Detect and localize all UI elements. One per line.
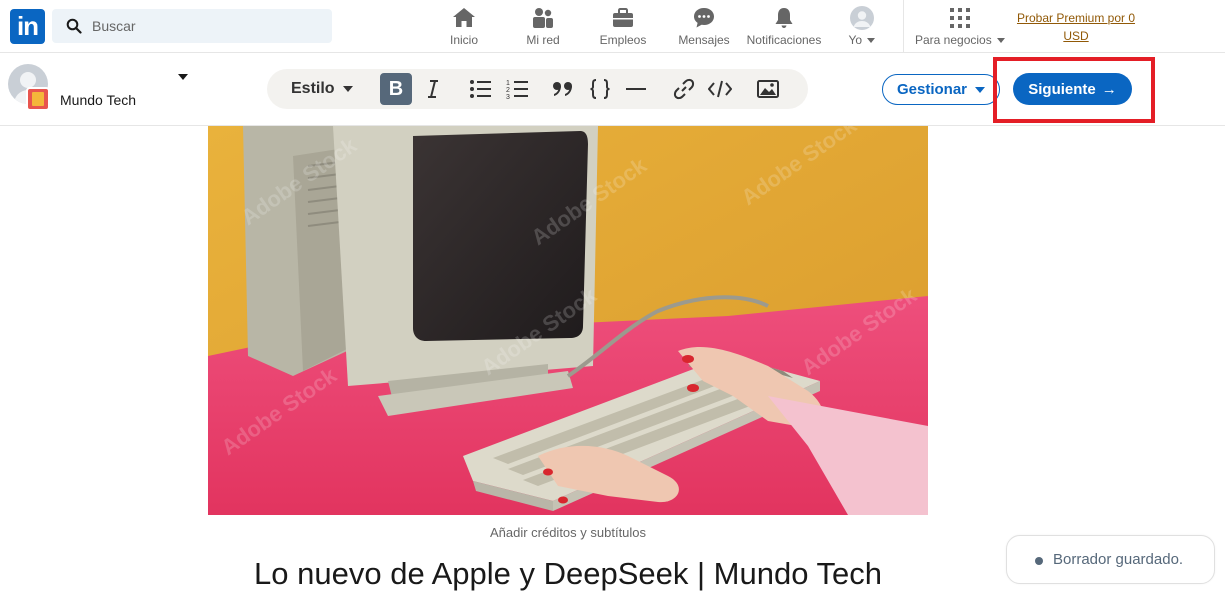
premium-trial-link[interactable]: Probar Premium por 0 USD xyxy=(1008,9,1144,45)
cover-image[interactable]: Adobe Stock Adobe Stock Adobe Stock Adob… xyxy=(208,126,928,515)
search-input[interactable] xyxy=(92,9,322,43)
nav-item-home[interactable]: Inicio xyxy=(446,6,482,48)
chevron-down-icon xyxy=(997,38,1006,44)
quote-button[interactable] xyxy=(549,73,577,105)
embed-code-button[interactable] xyxy=(706,73,734,105)
insert-image-button[interactable] xyxy=(754,73,782,105)
nav-divider xyxy=(903,0,904,53)
code-icon xyxy=(708,80,732,98)
bell-icon xyxy=(775,8,793,28)
avatar xyxy=(850,6,874,30)
status-dot-icon xyxy=(1035,557,1043,565)
network-icon xyxy=(533,8,553,28)
bold-button[interactable]: B xyxy=(380,73,412,105)
link-icon xyxy=(673,78,695,100)
quote-icon xyxy=(553,82,572,96)
arrow-right-icon: → xyxy=(1101,80,1117,98)
nav-item-messages[interactable]: Mensajes xyxy=(677,6,731,48)
nav-label-business: Para negocios xyxy=(915,33,1006,47)
nav-item-me[interactable]: Yo xyxy=(845,6,879,48)
nav-label-me: Yo xyxy=(845,33,879,47)
linkedin-logo[interactable]: in xyxy=(10,9,45,44)
image-icon xyxy=(757,80,779,98)
formatting-toolbar: Estilo B 1 2 3 xyxy=(267,69,808,109)
style-dropdown[interactable]: Estilo xyxy=(291,73,361,105)
link-button[interactable] xyxy=(670,73,698,105)
nav-label-home: Inicio xyxy=(449,33,478,47)
search-bar[interactable] xyxy=(52,9,332,43)
draft-saved-toast: Borrador guardado. xyxy=(1006,535,1215,584)
nav-item-business[interactable]: Para negocios xyxy=(915,6,1006,48)
italic-icon xyxy=(428,80,438,98)
nav-label-jobs: Empleos xyxy=(599,33,647,47)
code-block-button[interactable] xyxy=(586,73,614,105)
search-icon xyxy=(66,18,82,34)
draft-saved-text: Borrador guardado. xyxy=(1053,551,1184,568)
messages-icon xyxy=(694,8,714,28)
page-logo xyxy=(26,87,50,111)
top-navigation: in Inicio Mi red Empleos xyxy=(0,0,1225,53)
numbered-list-button[interactable]: 1 2 3 xyxy=(503,73,531,105)
nav-label-messages: Mensajes xyxy=(678,33,730,47)
chevron-down-icon xyxy=(867,38,876,44)
home-icon xyxy=(453,8,475,27)
author-switch-caret-icon[interactable] xyxy=(178,74,188,80)
author-name[interactable]: Mundo Tech xyxy=(60,92,136,108)
image-caption-placeholder[interactable]: Añadir créditos y subtítulos xyxy=(208,525,928,540)
horizontal-rule-icon xyxy=(626,88,646,90)
nav-item-jobs[interactable]: Empleos xyxy=(598,6,648,48)
retro-computer-photo: Adobe Stock Adobe Stock Adobe Stock Adob… xyxy=(208,126,928,515)
svg-text:2: 2 xyxy=(506,87,510,94)
nav-label-network: Mi red xyxy=(526,33,560,47)
italic-button[interactable] xyxy=(420,73,446,105)
manage-dropdown-button[interactable]: Gestionar xyxy=(882,74,1000,105)
chevron-down-icon xyxy=(342,86,353,92)
divider-button[interactable] xyxy=(623,73,649,105)
svg-text:1: 1 xyxy=(506,80,510,87)
chevron-down-icon xyxy=(975,86,986,93)
nav-item-notifications[interactable]: Notificaciones xyxy=(745,6,823,48)
nav-label-notifications: Notificaciones xyxy=(746,33,822,47)
article-title[interactable]: Lo nuevo de Apple y DeepSeek | Mundo Tec… xyxy=(208,556,928,592)
numbered-list-icon: 1 2 3 xyxy=(506,80,528,99)
nav-item-network[interactable]: Mi red xyxy=(522,6,564,48)
briefcase-icon xyxy=(613,8,633,27)
svg-text:3: 3 xyxy=(506,94,510,99)
grid-icon xyxy=(950,8,970,28)
curly-braces-icon xyxy=(590,79,610,99)
bulleted-list-button[interactable] xyxy=(466,73,494,105)
bulleted-list-icon xyxy=(470,80,491,98)
next-button[interactable]: Siguiente → xyxy=(1013,73,1132,105)
